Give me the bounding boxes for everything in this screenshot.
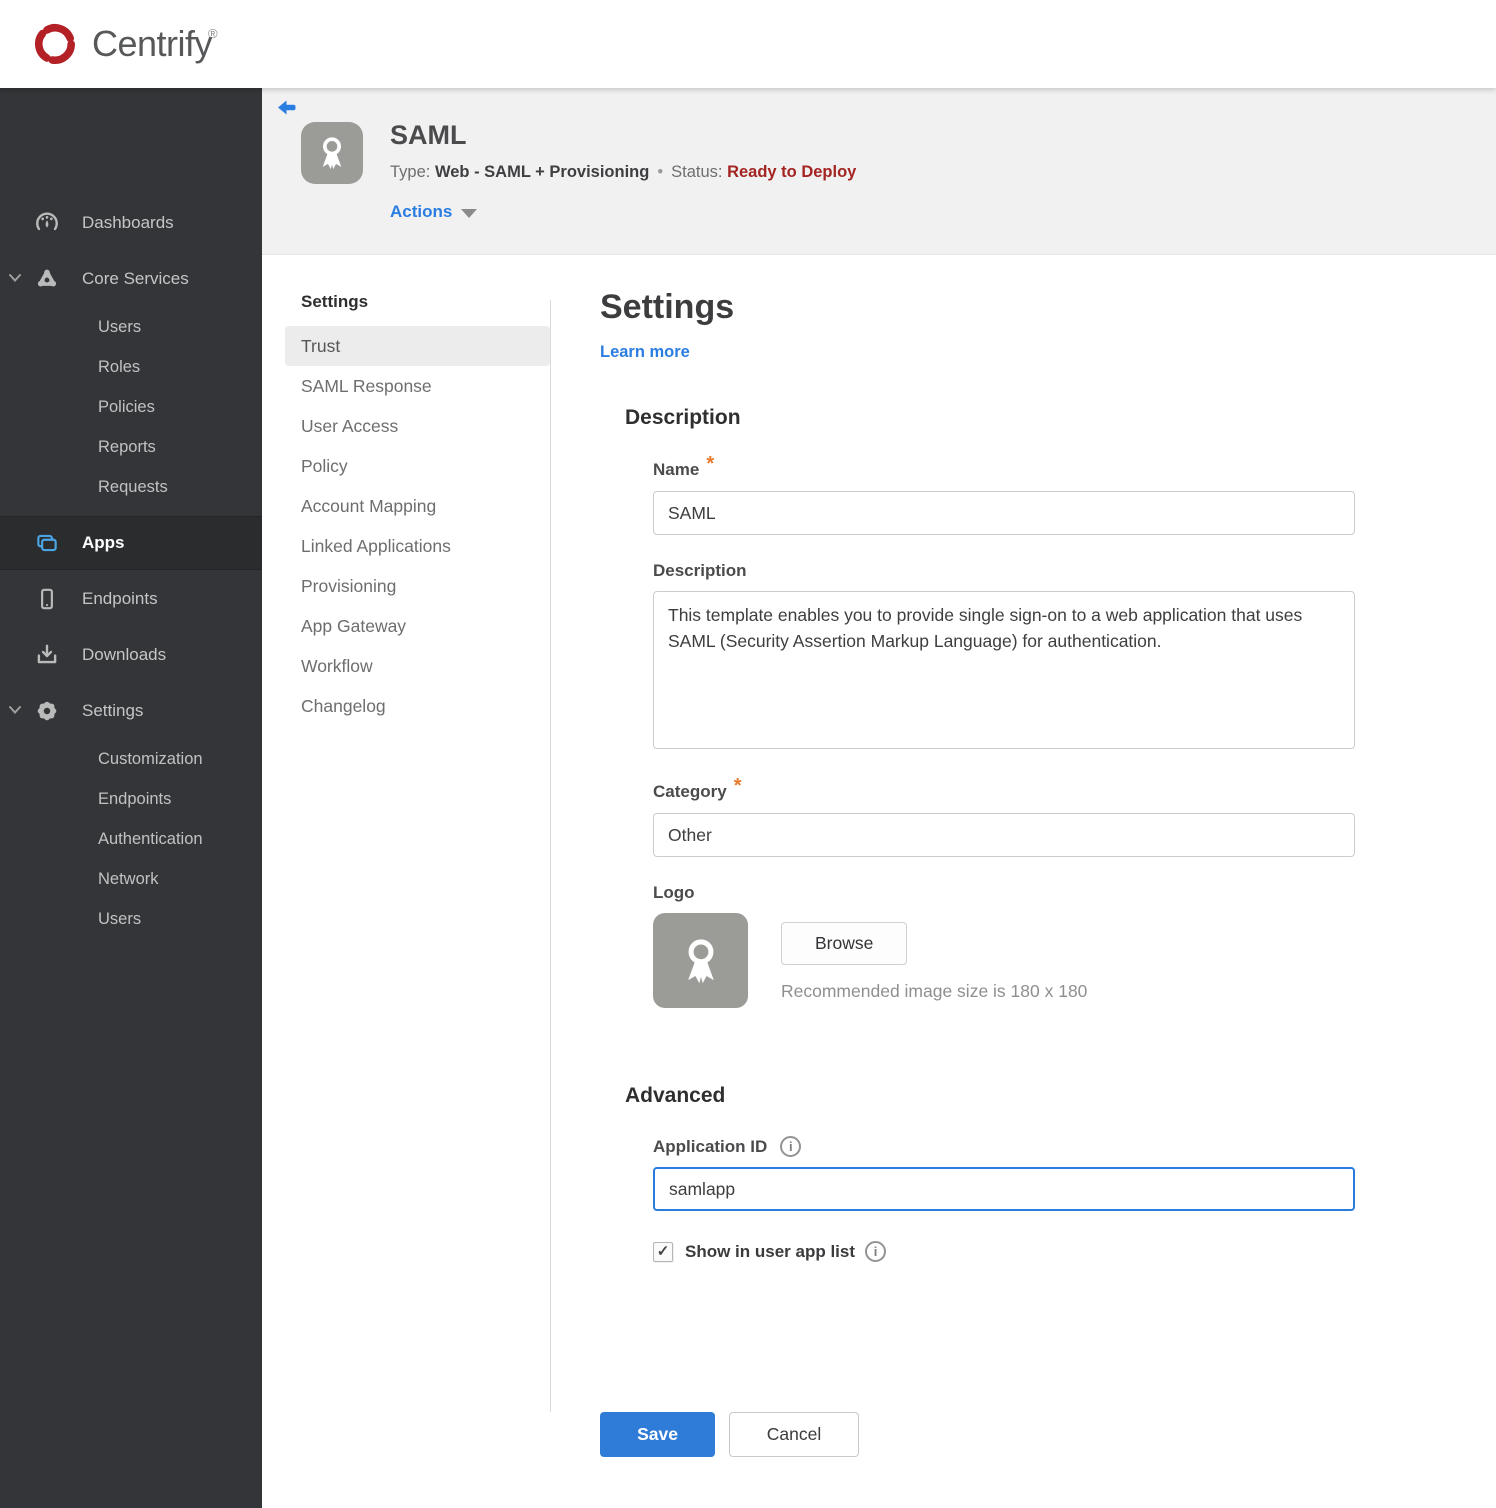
subnav-item-trust[interactable]: Trust	[285, 326, 550, 366]
subnav-item-saml-response[interactable]: SAML Response	[285, 366, 550, 406]
browse-button[interactable]: Browse	[781, 922, 908, 965]
brand-registered-mark: ®	[208, 25, 218, 41]
logo-label: Logo	[653, 883, 695, 902]
caret-down-icon	[461, 209, 478, 218]
download-icon	[34, 642, 60, 668]
sidebar-item-customization[interactable]: Customization	[0, 741, 262, 777]
sidebar-item-network[interactable]: Network	[0, 861, 262, 897]
application-id-label: Application ID i	[653, 1136, 1360, 1157]
description-label: Description	[653, 561, 747, 580]
description-section-heading: Description	[625, 406, 741, 429]
top-bar: Centrify®	[0, 0, 1496, 88]
back-arrow-icon[interactable]	[276, 98, 298, 118]
type-value: Web - SAML + Provisioning	[434, 163, 650, 181]
endpoint-icon	[34, 586, 60, 612]
brand-name: Centrify	[92, 23, 213, 64]
sidebar-item-settings-users[interactable]: Users	[0, 901, 262, 937]
category-input[interactable]	[653, 813, 1355, 857]
application-id-input[interactable]	[653, 1167, 1355, 1211]
ribbon-icon	[687, 938, 714, 983]
subnav-item-user-access[interactable]: User Access	[285, 406, 550, 446]
type-label: Type:	[390, 163, 431, 181]
sidebar-item-policies[interactable]: Policies	[0, 389, 262, 425]
brand-logo: Centrify®	[28, 17, 222, 71]
app-title: SAML	[390, 120, 467, 150]
checkmark-icon: ✓	[656, 1243, 670, 1260]
sidebar-item-endpoints[interactable]: Endpoints	[0, 577, 262, 621]
sidebar-item-authentication[interactable]: Authentication	[0, 821, 262, 857]
page: Centrify® Dashboards Core Services Users…	[0, 0, 1496, 1508]
info-icon[interactable]: i	[865, 1241, 887, 1262]
show-in-user-app-list-label: Show in user app list	[685, 1241, 856, 1261]
apps-icon	[34, 530, 60, 556]
chevron-down-icon	[8, 701, 22, 721]
sidebar-item-apps[interactable]: Apps	[0, 516, 262, 570]
subnav-item-linked-applications[interactable]: Linked Applications	[285, 526, 550, 566]
settings-subnav: Settings Trust SAML Response User Access…	[285, 292, 550, 726]
sidebar-item-requests[interactable]: Requests	[0, 469, 262, 505]
learn-more-link[interactable]: Learn more	[600, 343, 690, 362]
gear-icon	[34, 698, 60, 724]
subnav-item-workflow[interactable]: Workflow	[285, 646, 550, 686]
show-in-user-app-list-checkbox[interactable]: ✓	[653, 1241, 673, 1262]
required-asterisk: *	[706, 453, 715, 475]
info-icon[interactable]: i	[780, 1136, 802, 1157]
cancel-button[interactable]: Cancel	[729, 1412, 859, 1457]
sidebar: Dashboards Core Services Users Roles Pol…	[0, 88, 262, 1508]
vertical-divider	[550, 300, 551, 1412]
app-meta: Type: Web - SAML + Provisioning • Status: …	[390, 163, 856, 182]
actions-dropdown[interactable]: Actions	[390, 202, 478, 222]
sidebar-item-reports[interactable]: Reports	[0, 429, 262, 465]
logo-preview	[653, 913, 748, 1008]
content-area: Settings Trust SAML Response User Access…	[262, 255, 1496, 1508]
ribbon-icon	[322, 137, 342, 170]
subnav-header: Settings	[301, 292, 369, 311]
sidebar-item-users[interactable]: Users	[0, 309, 262, 345]
sidebar-item-dashboards[interactable]: Dashboards	[0, 201, 262, 245]
sidebar-item-roles[interactable]: Roles	[0, 349, 262, 385]
chevron-down-icon	[8, 269, 22, 289]
sidebar-item-settings-endpoints[interactable]: Endpoints	[0, 781, 262, 817]
meta-separator: •	[657, 163, 664, 181]
subnav-item-app-gateway[interactable]: App Gateway	[285, 606, 550, 646]
status-badge: Ready to Deploy	[727, 163, 857, 181]
advanced-section-heading: Advanced	[625, 1084, 726, 1107]
centrify-swirl-icon	[35, 24, 75, 64]
status-label: Status:	[671, 163, 723, 181]
subnav-item-provisioning[interactable]: Provisioning	[285, 566, 550, 606]
name-input[interactable]	[653, 491, 1355, 535]
subnav-item-policy[interactable]: Policy	[285, 446, 550, 486]
sidebar-item-settings[interactable]: Settings	[0, 689, 262, 733]
required-asterisk: *	[733, 775, 742, 797]
settings-panel: Settings Learn more Description Name * D…	[600, 288, 1360, 1457]
subnav-item-changelog[interactable]: Changelog	[285, 686, 550, 726]
sidebar-item-downloads[interactable]: Downloads	[0, 633, 262, 677]
app-header: SAML Type: Web - SAML + Provisioning • Sta…	[262, 88, 1496, 255]
logo-size-hint: Recommended image size is 180 x 180	[781, 981, 1088, 1001]
category-label: Category *	[653, 775, 742, 801]
gauge-icon	[34, 210, 60, 236]
name-label: Name *	[653, 453, 715, 479]
app-logo	[301, 122, 363, 184]
page-title: Settings	[600, 288, 735, 326]
subnav-item-account-mapping[interactable]: Account Mapping	[285, 486, 550, 526]
save-button[interactable]: Save	[600, 1412, 715, 1457]
description-textarea[interactable]: This template enables you to provide sin…	[653, 591, 1355, 749]
actions-label: Actions	[390, 202, 453, 221]
sidebar-item-core-services[interactable]: Core Services	[0, 257, 262, 301]
core-services-icon	[34, 266, 60, 292]
